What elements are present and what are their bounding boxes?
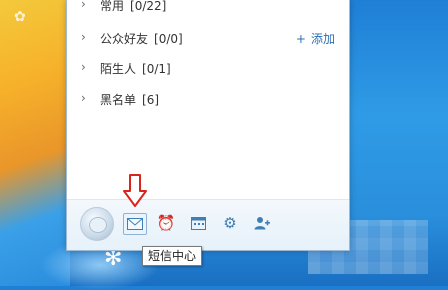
chevron-right-icon: › — [81, 0, 86, 11]
plus-icon: + — [295, 32, 306, 46]
group-count: [0/1] — [142, 62, 171, 76]
contact-list-window: › 常用 [0/22] › 公众好友 [0/0] + 添加 › 陌生人 [0/1] › … — [66, 0, 350, 251]
add-contact-button[interactable] — [251, 213, 273, 233]
avatar-icon — [89, 217, 107, 233]
bottom-toolbar: ⏰ ⚙ — [67, 199, 349, 250]
group-name: 黑名单 — [100, 93, 137, 107]
add-label: 添加 — [310, 32, 335, 46]
calendar-icon — [190, 217, 206, 230]
alarm-button[interactable]: ⏰ — [155, 213, 177, 233]
chevron-right-icon: › — [81, 60, 86, 74]
tooltip: 短信中心 — [142, 246, 203, 266]
group-row-public-friends[interactable]: › 公众好友 [0/0] + 添加 — [67, 27, 349, 51]
group-count: [0/22] — [130, 0, 167, 13]
calendar-button[interactable] — [187, 213, 209, 233]
sms-center-button[interactable] — [123, 213, 147, 235]
mail-icon — [127, 218, 143, 230]
group-row-blacklist[interactable]: › 黑名单 [6] — [67, 88, 349, 112]
add-button[interactable]: + 添加 — [296, 30, 335, 47]
settings-button[interactable]: ⚙ — [219, 213, 241, 233]
group-count: [6] — [142, 93, 160, 107]
chevron-right-icon: › — [81, 30, 86, 44]
alarm-clock-icon: ⏰ — [156, 214, 176, 232]
flower-decoration: ✻ — [104, 246, 123, 271]
chevron-right-icon: › — [81, 91, 86, 105]
group-row-common[interactable]: › 常用 [0/22] — [67, 0, 349, 18]
group-name: 常用 — [100, 0, 125, 13]
add-user-icon — [254, 217, 270, 230]
group-name: 公众好友 — [100, 32, 149, 46]
flower-decoration: ✿ — [14, 9, 26, 25]
group-name: 陌生人 — [100, 62, 137, 76]
group-count: [0/0] — [154, 32, 183, 46]
gear-icon: ⚙ — [223, 214, 237, 232]
group-row-strangers[interactable]: › 陌生人 [0/1] — [67, 57, 349, 81]
red-arrow-annotation-icon — [123, 174, 147, 207]
avatar[interactable] — [80, 207, 114, 241]
